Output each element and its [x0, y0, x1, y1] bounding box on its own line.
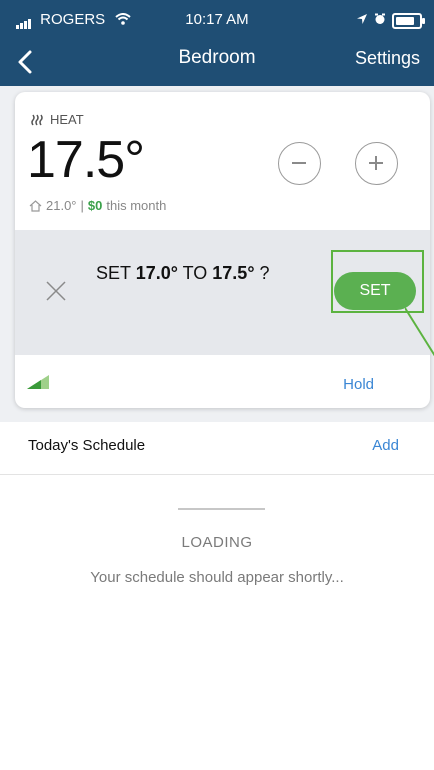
schedule-title: Today's Schedule — [28, 437, 146, 454]
plus-icon — [369, 156, 383, 170]
navigation-bar: Bedroom Settings — [0, 40, 434, 86]
set-button[interactable]: SET — [334, 272, 416, 310]
monthly-cost-label: this month — [106, 198, 167, 213]
loading-message: Your schedule should appear shortly... — [90, 569, 344, 586]
card-footer: Hold — [15, 355, 430, 408]
info-separator: | — [80, 198, 84, 213]
loading-divider — [178, 508, 265, 510]
confirm-to-value: 17.5° — [212, 263, 255, 283]
settings-link[interactable]: Settings — [355, 48, 420, 69]
increase-temperature-button[interactable] — [355, 142, 398, 185]
confirm-setpoint-panel: SET 17.0° TO 17.5° ? SET — [15, 230, 430, 355]
home-icon — [29, 199, 42, 212]
confirm-message: SET 17.0° TO 17.5° ? — [96, 263, 270, 284]
dismiss-button[interactable] — [45, 280, 67, 302]
confirm-suffix: ? — [254, 263, 270, 283]
mode-label: HEAT — [50, 112, 84, 127]
current-temperature: 21.0° — [46, 198, 77, 213]
battery-icon — [392, 13, 425, 29]
loading-label: LOADING — [181, 534, 253, 551]
annotation-arrow — [405, 307, 434, 357]
current-info: 21.0° | $0 this month — [29, 198, 166, 213]
alarm-icon — [374, 12, 386, 30]
decrease-temperature-button[interactable] — [278, 142, 321, 185]
status-bar: ROGERS 10:17 AM — [0, 0, 434, 40]
hold-button[interactable]: Hold — [343, 376, 374, 393]
schedule-header: Today's Schedule Add — [0, 422, 434, 475]
signal-strength-icon — [27, 375, 49, 389]
status-right-group — [356, 12, 425, 30]
minus-icon — [292, 162, 306, 164]
confirm-prefix: SET — [96, 263, 136, 283]
location-arrow-icon — [356, 12, 368, 30]
add-schedule-button[interactable]: Add — [372, 437, 399, 454]
confirm-middle: TO — [177, 263, 213, 283]
close-icon — [46, 281, 66, 301]
confirm-from-value: 17.0° — [135, 263, 178, 283]
mode-indicator: HEAT — [31, 112, 84, 127]
heat-icon — [31, 114, 43, 125]
setpoint-temperature: 17.5° — [27, 131, 145, 189]
thermostat-card: HEAT 17.5° 21.0° | $0 this month SET 17.… — [15, 92, 430, 408]
monthly-cost: $0 — [87, 198, 103, 213]
top-bar: ROGERS 10:17 AM Bedroom Settings — [0, 0, 434, 86]
